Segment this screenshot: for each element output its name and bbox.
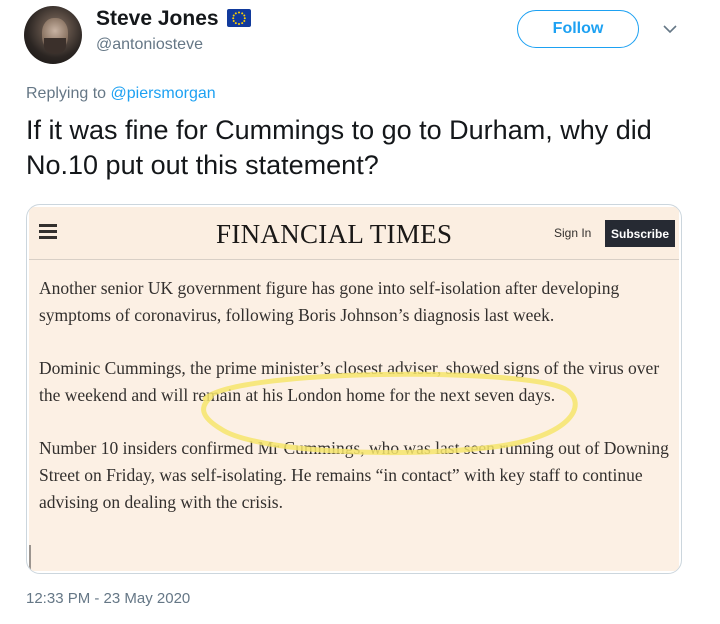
- ft-margin-line: [29, 545, 31, 571]
- ft-logo: FINANCIAL TIMES: [216, 219, 453, 249]
- reply-context: Replying to @piersmorgan: [26, 85, 216, 103]
- ft-article-body: Another senior UK government figure has …: [39, 275, 669, 542]
- attached-image-card[interactable]: FINANCIAL TIMES Sign In Subscribe Anothe…: [26, 204, 682, 574]
- reply-prefix: Replying to: [26, 85, 111, 102]
- follow-button[interactable]: Follow: [517, 10, 639, 48]
- ft-paragraph: Number 10 insiders confirmed Mr Cummings…: [39, 438, 669, 512]
- author-handle[interactable]: @antoniosteve: [96, 36, 203, 54]
- tweet-text: If it was fine for Cummings to go to Dur…: [26, 115, 652, 180]
- ft-header-bar: FINANCIAL TIMES Sign In Subscribe: [29, 207, 679, 260]
- ft-paragraph: Dominic Cummings, the prime minister’s c…: [39, 358, 660, 405]
- tweet-header: Steve Jones @antoniosteve Follow: [0, 0, 720, 70]
- chevron-down-icon[interactable]: [662, 22, 678, 36]
- avatar-beard: [44, 38, 66, 54]
- eu-flag-icon: [227, 9, 251, 27]
- ft-article-screenshot: FINANCIAL TIMES Sign In Subscribe Anothe…: [29, 207, 679, 571]
- ft-sign-in-link: Sign In: [554, 226, 592, 240]
- author-name[interactable]: Steve Jones: [96, 7, 219, 31]
- ft-paragraph: Another senior UK government figure has …: [39, 278, 620, 325]
- ft-subscribe-button: Subscribe: [605, 220, 675, 247]
- hamburger-menu-icon: [39, 224, 57, 240]
- reply-mention-link[interactable]: @piersmorgan: [111, 85, 216, 102]
- author-avatar[interactable]: [24, 6, 82, 64]
- tweet-timestamp[interactable]: 12:33 PM - 23 May 2020: [26, 590, 190, 607]
